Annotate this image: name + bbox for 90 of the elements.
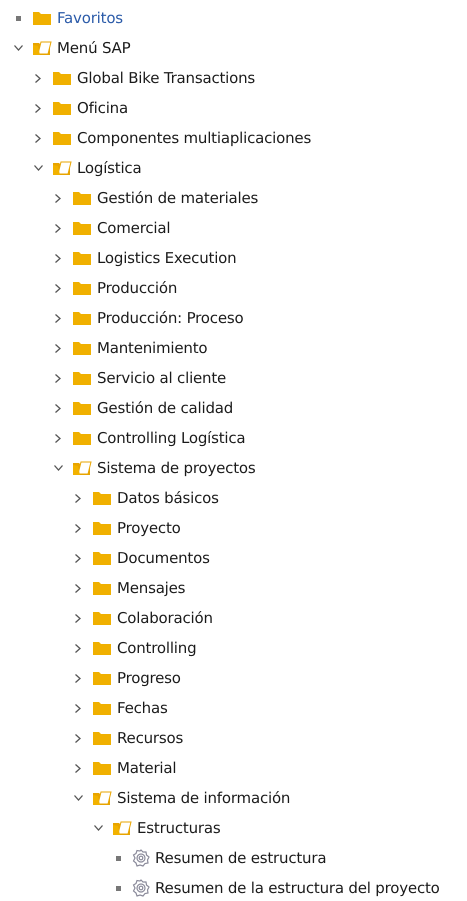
folder-icon	[92, 520, 112, 536]
folder-icon	[92, 490, 112, 506]
folder-icon	[52, 70, 72, 86]
open-folder-icon	[72, 460, 92, 476]
gear-icon	[132, 879, 150, 897]
folder-item[interactable]: Datos básicos	[117, 489, 219, 507]
folder-icon	[72, 430, 92, 446]
chevron-down-icon[interactable]	[34, 165, 42, 171]
folder-item[interactable]: Gestión de calidad	[97, 399, 234, 417]
folder-icon	[72, 310, 92, 326]
folder-item[interactable]: Producción: Proceso	[97, 309, 244, 327]
folder-icon	[92, 700, 112, 716]
folder-item[interactable]: Favoritos	[57, 9, 123, 27]
folder-icon	[72, 400, 92, 416]
folder-icon	[92, 670, 112, 686]
chevron-right-icon[interactable]	[75, 524, 81, 532]
folder-icon	[92, 760, 112, 776]
folder-icon	[92, 640, 112, 656]
chevron-right-icon[interactable]	[55, 314, 61, 322]
folder-icon	[52, 130, 72, 146]
folder-item[interactable]: Mantenimiento	[97, 339, 208, 357]
transaction-item[interactable]: Resumen de estructura	[155, 849, 326, 867]
folder-item[interactable]: Documentos	[117, 549, 210, 567]
folder-item[interactable]: Sistema de información	[117, 789, 290, 807]
chevron-right-icon[interactable]	[55, 224, 61, 232]
folder-item[interactable]: Colaboración	[117, 609, 213, 627]
chevron-right-icon[interactable]	[55, 194, 61, 202]
folder-item[interactable]: Estructuras	[137, 819, 220, 837]
open-folder-icon	[52, 160, 72, 176]
folder-item[interactable]: Proyecto	[117, 519, 181, 537]
folder-item[interactable]: Producción	[97, 279, 178, 297]
chevron-down-icon[interactable]	[14, 45, 22, 51]
open-folder-icon	[112, 820, 132, 836]
folder-icon	[92, 550, 112, 566]
folder-icon	[52, 100, 72, 116]
folder-icon	[72, 280, 92, 296]
chevron-right-icon[interactable]	[75, 614, 81, 622]
folder-item[interactable]: Controlling Logística	[97, 429, 246, 447]
chevron-right-icon[interactable]	[35, 134, 41, 142]
chevron-down-icon[interactable]	[74, 795, 82, 801]
chevron-right-icon[interactable]	[55, 284, 61, 292]
bullet-icon	[16, 16, 20, 20]
chevron-right-icon[interactable]	[35, 74, 41, 82]
folder-item[interactable]: Sistema de proyectos	[97, 459, 256, 477]
folder-item[interactable]: Mensajes	[117, 579, 186, 597]
chevron-right-icon[interactable]	[75, 764, 81, 772]
folder-item[interactable]: Logística	[77, 159, 142, 177]
folder-item[interactable]: Menú SAP	[57, 39, 130, 57]
chevron-right-icon[interactable]	[55, 434, 61, 442]
folder-icon	[72, 250, 92, 266]
folder-item[interactable]: Gestión de materiales	[97, 189, 258, 207]
folder-icon	[32, 10, 52, 26]
folder-item[interactable]: Comercial	[97, 219, 170, 237]
chevron-down-icon[interactable]	[94, 825, 102, 831]
chevron-right-icon[interactable]	[55, 344, 61, 352]
folder-item[interactable]: Controlling	[117, 639, 196, 657]
chevron-down-icon[interactable]	[54, 465, 62, 471]
folder-item[interactable]: Global Bike Transactions	[77, 69, 256, 87]
transaction-item[interactable]: Resumen de la estructura del proyecto	[155, 879, 440, 897]
chevron-right-icon[interactable]	[55, 404, 61, 412]
gear-icon	[132, 849, 150, 867]
folder-item[interactable]: Oficina	[77, 99, 128, 117]
chevron-right-icon[interactable]	[55, 374, 61, 382]
chevron-right-icon[interactable]	[55, 254, 61, 262]
folder-item[interactable]: Material	[117, 759, 176, 777]
folder-item[interactable]: Logistics Execution	[97, 249, 236, 267]
folder-icon	[92, 580, 112, 596]
folder-item[interactable]: Servicio al cliente	[97, 369, 226, 387]
chevron-right-icon[interactable]	[75, 644, 81, 652]
folder-item[interactable]: Fechas	[117, 699, 168, 717]
folder-item[interactable]: Componentes multiaplicaciones	[77, 129, 312, 147]
chevron-right-icon[interactable]	[75, 704, 81, 712]
bullet-icon	[116, 856, 120, 860]
folder-icon	[72, 190, 92, 206]
bullet-icon	[116, 886, 120, 890]
chevron-right-icon[interactable]	[75, 494, 81, 502]
open-folder-icon	[92, 790, 112, 806]
folder-icon	[92, 730, 112, 746]
chevron-right-icon[interactable]	[75, 674, 81, 682]
folder-icon	[92, 610, 112, 626]
chevron-right-icon[interactable]	[75, 554, 81, 562]
folder-icon	[72, 370, 92, 386]
folder-icon	[72, 220, 92, 236]
chevron-right-icon[interactable]	[35, 104, 41, 112]
folder-item[interactable]: Recursos	[117, 729, 184, 747]
chevron-right-icon[interactable]	[75, 734, 81, 742]
chevron-right-icon[interactable]	[75, 584, 81, 592]
folder-item[interactable]: Progreso	[117, 669, 181, 687]
folder-icon	[72, 340, 92, 356]
open-folder-icon	[32, 40, 52, 56]
